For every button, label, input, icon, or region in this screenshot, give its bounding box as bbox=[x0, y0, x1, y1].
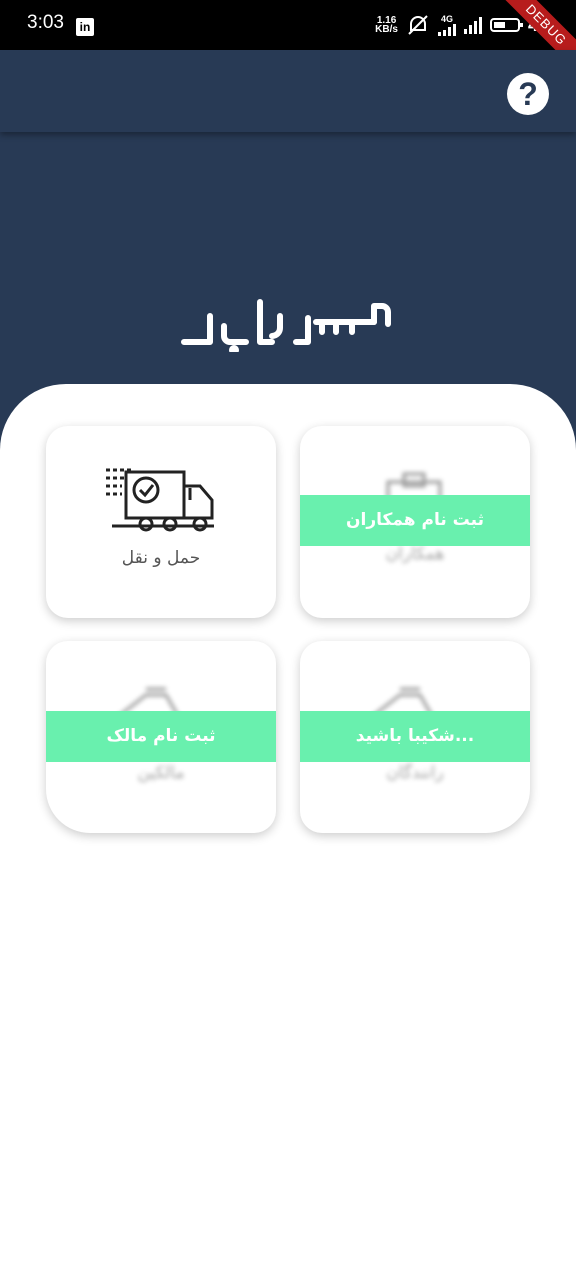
linkedin-icon: in bbox=[76, 18, 94, 36]
card-title: همکاران bbox=[385, 544, 445, 564]
app-bar: ? bbox=[0, 50, 576, 132]
battery-icon bbox=[489, 18, 523, 32]
card-title: حمل و نقل bbox=[121, 548, 201, 568]
card-owners[interactable]: مالکین ثبت نام مالک bbox=[46, 641, 276, 833]
signal-strength-icon bbox=[437, 24, 456, 36]
card-transport[interactable]: حمل و نقل bbox=[46, 426, 276, 618]
help-button[interactable]: ? bbox=[507, 73, 549, 115]
card-drivers[interactable]: رانندگان شکیبا باشید... bbox=[300, 641, 530, 833]
status-time: 3:03 bbox=[27, 12, 64, 33]
card-title: رانندگان bbox=[386, 763, 444, 783]
card-colleagues[interactable]: همکاران ثبت نام همکاران bbox=[300, 426, 530, 618]
please-wait-banner: شکیبا باشید... bbox=[300, 711, 530, 762]
network-type: 4G bbox=[440, 14, 453, 24]
mute-bell-icon bbox=[408, 15, 428, 35]
delivery-truck-check-icon bbox=[106, 468, 214, 532]
net-speed-unit: KB/s bbox=[375, 24, 398, 35]
card-title: مالکین bbox=[137, 763, 185, 783]
signal-strength-2-icon bbox=[463, 16, 482, 34]
register-colleagues-banner[interactable]: ثبت نام همکاران bbox=[300, 495, 530, 546]
net-speed: 1.16 KB/s bbox=[375, 16, 398, 35]
status-bar: 3:03 in 1.16 KB/s 4G 46 DEBUG bbox=[0, 0, 576, 76]
register-owner-banner[interactable]: ثبت نام مالک bbox=[46, 711, 276, 762]
brand-logo bbox=[181, 299, 391, 352]
